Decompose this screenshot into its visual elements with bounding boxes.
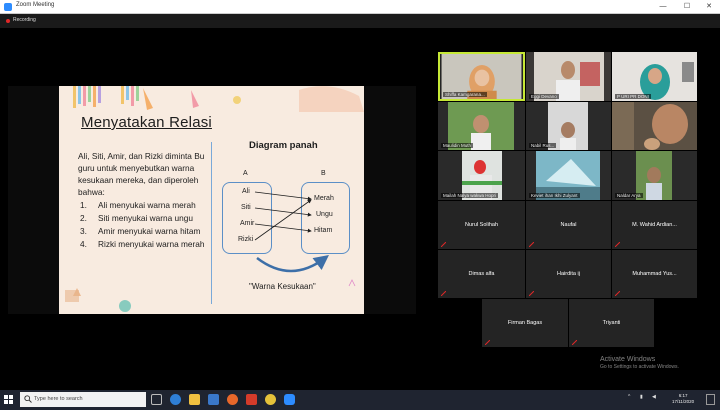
mic-muted-icon (441, 242, 446, 247)
participant-video (612, 102, 697, 150)
firefox-icon[interactable] (227, 394, 238, 405)
mic-muted-icon (529, 291, 534, 296)
mic-muted-icon (529, 242, 534, 247)
participant-tile[interactable]: Dimas alfa (438, 250, 525, 298)
recording-label: Recording (13, 17, 36, 23)
participant-tile[interactable]: Muhammad Yus... (612, 250, 697, 298)
arrow-rizki-merah (254, 199, 312, 241)
windows-start-icon[interactable] (4, 395, 13, 404)
participant-name: Firman Bagas (507, 320, 543, 326)
participant-tile[interactable]: M. Wahid Ardian... (612, 201, 697, 249)
edge-icon[interactable] (170, 394, 181, 405)
volume-icon[interactable]: ◀ (652, 394, 656, 400)
arrow-ali-merah (254, 191, 312, 201)
zoom-taskbar-icon[interactable] (284, 394, 295, 405)
participant-tile[interactable]: Shiffa Kamgarana... (438, 52, 525, 101)
screen: Zoom Meeting — ☐ ✕ Recording Menyatakan … (0, 0, 720, 410)
store-icon[interactable] (208, 394, 219, 405)
participant-tile[interactable]: Eggi Devano (526, 52, 611, 101)
windows-taskbar: Type here to search ^ ▮ ◀ 6:17 17/11/202… (0, 390, 720, 410)
presentation-slide: Menyatakan Relasi Ali, Siti, Amir, dan R… (59, 86, 364, 314)
participant-name: Maulidin Muth (441, 143, 474, 148)
clock-date: 17/11/2020 (672, 399, 695, 404)
participant-name: Shiffa Kamgarana... (443, 92, 487, 97)
participant-name: P URI PR DONI (615, 94, 651, 99)
participant-tile[interactable]: Nurul Solihah (438, 201, 525, 249)
participant-tile[interactable]: Naufal (526, 201, 611, 249)
arrow-siti-ungu (254, 207, 312, 217)
participant-name: Eggi Devano (529, 94, 559, 99)
mic-muted-icon (615, 291, 620, 296)
participant-tile[interactable]: Naldar Arya (612, 151, 697, 200)
file-explorer-icon[interactable] (189, 394, 200, 405)
search-icon (24, 395, 32, 403)
chrome-icon[interactable] (265, 394, 276, 405)
task-view-icon[interactable] (151, 394, 162, 405)
diagram-caption: "Warna Kesukaan" (249, 282, 316, 291)
meeting-topbar: Recording (0, 14, 720, 28)
participant-tile[interactable]: Hairdita ij (526, 250, 611, 298)
participant-tile[interactable]: Keviet ihan Ikhi Zulyant (526, 151, 611, 200)
app-icon[interactable] (246, 394, 257, 405)
window-titlebar: Zoom Meeting — ☐ ✕ (0, 0, 720, 14)
mic-muted-icon (572, 340, 577, 345)
relation-curve-arrow (256, 254, 329, 273)
window-title: Zoom Meeting (16, 2, 55, 8)
participant-name: Naufal (560, 222, 577, 228)
participant-tile[interactable]: Firman Bagas (482, 299, 568, 347)
mic-muted-icon (615, 242, 620, 247)
network-icon[interactable]: ▮ (640, 394, 643, 400)
participant-name: Naldar Arya (615, 193, 643, 198)
taskbar-clock[interactable]: 6:17 17/11/2020 (672, 393, 694, 405)
minimize-button[interactable]: — (652, 0, 674, 14)
zoom-app-icon (4, 3, 12, 11)
participant-name: Keviet ihan Ikhi Zulyant (529, 193, 580, 198)
close-button[interactable]: ✕ (698, 0, 720, 14)
participant-name: M. Wahid Ardian... (632, 222, 677, 228)
participant-name: Muhammad Yus... (632, 271, 677, 277)
participant-tile[interactable]: Nabil Rus... (526, 102, 611, 150)
participant-tile[interactable]: P URI PR DONI (612, 52, 697, 101)
participant-name: Nurul Solihah (464, 222, 499, 228)
recording-icon (6, 19, 10, 23)
participant-tile[interactable]: Mailah Nalya wakwa Hopri (438, 151, 525, 200)
participant-name: Nabil Rus... (529, 143, 557, 148)
participant-name: Mailah Nalya wakwa Hopri (441, 193, 499, 198)
watermark-heading: Activate Windows (600, 356, 656, 363)
participant-tile[interactable] (612, 102, 697, 150)
participant-name: Hairdita ij (557, 271, 580, 277)
watermark-subtext: Go to Settings to activate Windows. (600, 364, 679, 370)
taskbar-search-box[interactable]: Type here to search (20, 392, 146, 407)
participant-name: Dimas alfa (468, 271, 495, 277)
mic-muted-icon (485, 340, 490, 345)
participant-name: Triyanti (602, 320, 621, 326)
tray-chevron-icon[interactable]: ^ (628, 394, 630, 400)
maximize-button[interactable]: ☐ (676, 0, 698, 14)
participant-tile[interactable]: Maulidin Muth (438, 102, 525, 150)
participant-tile[interactable]: Triyanti (569, 299, 654, 347)
notification-icon[interactable] (706, 394, 715, 405)
activate-windows-watermark: Activate Windows Go to Settings to activ… (600, 356, 679, 370)
arrow-amir-hitam (254, 223, 312, 233)
arrow-layer (65, 191, 356, 312)
search-placeholder: Type here to search (34, 396, 83, 402)
mic-muted-icon (441, 291, 446, 296)
